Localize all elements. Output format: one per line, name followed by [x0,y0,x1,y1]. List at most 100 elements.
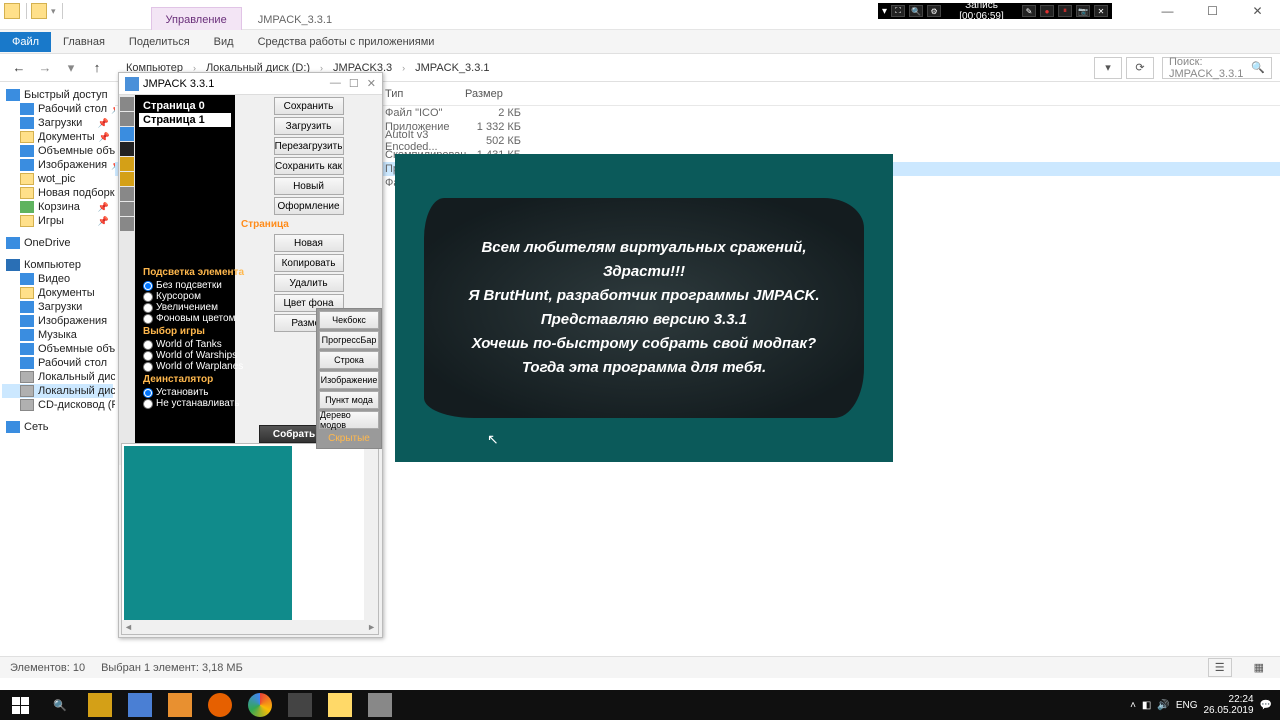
rec-btn[interactable]: ⚙ [927,5,941,17]
tool-icon[interactable] [120,157,134,171]
sidebar-wotpic[interactable]: wot_pic [2,172,113,186]
tool-icon[interactable] [120,142,134,156]
taskbar-app[interactable] [80,690,120,720]
tool-icon[interactable] [120,217,134,231]
page-item[interactable]: Страница 0 [139,99,231,113]
sidebar-music[interactable]: Музыка [2,328,113,342]
rec-close[interactable]: ✕ [1094,5,1108,17]
delete-button[interactable]: Удалить [274,274,344,292]
tray-chevron-icon[interactable]: ˄ [1130,700,1136,711]
taskbar-app[interactable] [160,690,200,720]
page-item[interactable]: Страница 1 [139,113,231,127]
sidebar-quick-access[interactable]: Быстрый доступ [2,88,113,102]
up-button[interactable]: ↑ [86,57,108,79]
forward-button[interactable]: → [34,57,56,79]
view-icons-icon[interactable]: ▦ [1248,659,1270,676]
sidebar-3d2[interactable]: Объемные объекты [2,342,113,356]
sidebar-pictures2[interactable]: Изображения [2,314,113,328]
modtree-element[interactable]: Дерево модов [319,411,379,429]
close-button[interactable]: ✕ [1235,0,1280,22]
radio-none[interactable]: Без подсветки [139,280,249,291]
ribbon-view[interactable]: Вид [202,32,246,52]
history-dropdown[interactable]: ▾ [60,57,82,79]
save-button[interactable]: Сохранить [274,97,344,115]
breadcrumb-segment[interactable]: JMPACK_3.3.1 [413,62,491,74]
minimize-button[interactable]: — [330,77,341,90]
maximize-button[interactable]: ☐ [349,77,359,90]
radio-zoom[interactable]: Увеличением [139,302,249,313]
rec-btn[interactable]: ⛶ [891,5,905,17]
tray-lang[interactable]: ENG [1176,700,1198,711]
tool-icon[interactable] [120,172,134,186]
taskbar-explorer[interactable] [320,690,360,720]
tray-volume-icon[interactable]: 🔊 [1157,700,1169,711]
sidebar-network[interactable]: Сеть [2,420,113,434]
refresh-button[interactable]: ⟳ [1126,57,1154,79]
tool-icon[interactable] [120,187,134,201]
tool-icon[interactable] [120,127,134,141]
sidebar-diskc[interactable]: Локальный диск (С [2,370,113,384]
tab-manage[interactable]: Управление [151,7,242,30]
rec-camera[interactable]: 📷 [1076,5,1090,17]
sidebar-downloads[interactable]: Загрузки📌 [2,116,113,130]
rec-draw[interactable]: ✎ [1022,5,1036,17]
tool-icon[interactable] [120,97,134,111]
sidebar-newcollection[interactable]: Новая подборк...📌 [2,186,113,200]
tray-clock[interactable]: 22:2426.05.2019 [1203,694,1253,716]
copy-button[interactable]: Копировать [274,254,344,272]
jmpack-titlebar[interactable]: JMPACK 3.3.1 — ☐ ✕ [119,73,382,95]
address-dropdown[interactable]: ▾ [1094,57,1122,79]
radio-wowp[interactable]: World of Warplanes [139,361,249,372]
view-details-icon[interactable]: ☰ [1208,658,1232,677]
search-button[interactable]: 🔍 [40,690,80,720]
rec-record[interactable]: ● [1040,5,1054,17]
ribbon-file[interactable]: Файл [0,32,51,52]
sidebar-3d[interactable]: Объемные объ...📌 [2,144,113,158]
image-element[interactable]: Изображение [319,371,379,389]
tray-notifications-icon[interactable]: 💬 [1260,700,1272,711]
close-button[interactable]: ✕ [367,77,376,90]
line-element[interactable]: Строка [319,351,379,369]
tool-icon[interactable] [120,202,134,216]
new-button[interactable]: Новый [274,177,344,195]
sidebar-diskf[interactable]: CD-дисковод (F:) [2,398,113,412]
sidebar-computer[interactable]: Компьютер [2,258,113,272]
radio-wows[interactable]: World of Warships [139,350,249,361]
sidebar-downloads2[interactable]: Загрузки [2,300,113,314]
start-button[interactable] [0,690,40,720]
ribbon-share[interactable]: Поделиться [117,32,202,52]
ribbon-apps[interactable]: Средства работы с приложениями [246,32,447,52]
tool-icon[interactable] [120,112,134,126]
rec-pause[interactable]: ⏸ [1058,5,1072,17]
saveas-button[interactable]: Сохранить как [274,157,344,175]
sidebar-onedrive[interactable]: OneDrive [2,236,113,250]
ribbon-home[interactable]: Главная [51,32,117,52]
search-input[interactable]: Поиск: JMPACK_3.3.1 🔍 [1162,57,1272,79]
taskbar-app[interactable] [120,690,160,720]
sidebar-trash[interactable]: Корзина📌 [2,200,113,214]
radio-noinstall[interactable]: Не устанавливать [139,398,249,409]
radio-wot[interactable]: World of Tanks [139,339,249,350]
col-size[interactable]: Размер [465,88,545,100]
radio-cursor[interactable]: Курсором [139,291,249,302]
newpage-button[interactable]: Новая [274,234,344,252]
rec-arrow-icon[interactable]: ▾ [882,6,887,17]
progressbar-element[interactable]: ПрогрессБар [319,331,379,349]
taskbar-firefox[interactable] [200,690,240,720]
load-button[interactable]: Загрузить [274,117,344,135]
scrollbar-h[interactable]: ◄► [122,620,378,634]
sidebar-diskd[interactable]: Локальный диск (D [2,384,113,398]
minimize-button[interactable]: — [1145,0,1190,22]
hidden-label[interactable]: Скрытые [319,431,379,446]
reload-button[interactable]: Перезагрузить [274,137,344,155]
taskbar-chrome[interactable] [240,690,280,720]
sidebar-games[interactable]: Игры📌 [2,214,113,228]
back-button[interactable]: ← [8,57,30,79]
rec-btn[interactable]: 🔍 [909,5,923,17]
chevron-down-icon[interactable]: ▾ [49,6,58,17]
maximize-button[interactable]: ☐ [1190,0,1235,22]
sidebar-documents[interactable]: Документы📌 [2,130,113,144]
radio-install[interactable]: Установить [139,387,249,398]
checkbox-element[interactable]: Чекбокс [319,311,379,329]
sidebar-pictures[interactable]: Изображения📌 [2,158,113,172]
